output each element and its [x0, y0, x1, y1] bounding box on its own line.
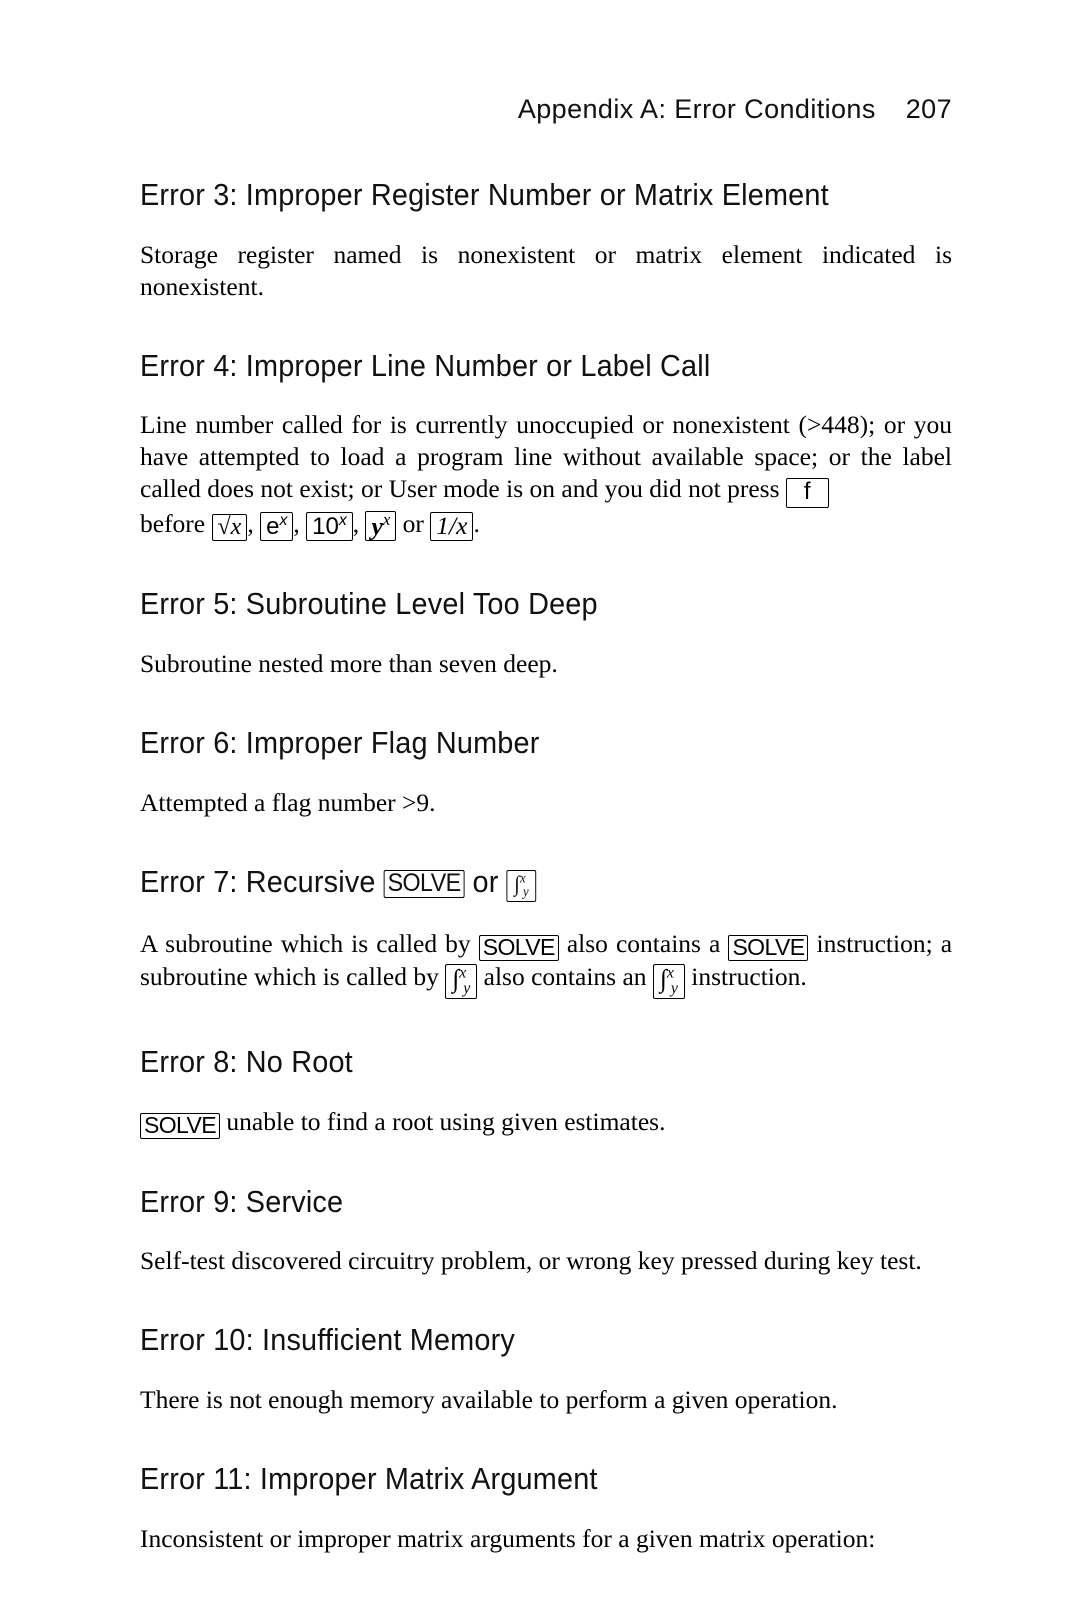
key-solve-icon: SOLVE: [478, 934, 559, 961]
key-integral-icon: ∫xy: [506, 869, 537, 902]
key-integral-icon: ∫xy: [652, 964, 685, 999]
section-error-8: Error 8: No Root SOLVE unable to find a …: [140, 1043, 952, 1139]
section-error-9: Error 9: Service Self-test discovered ci…: [140, 1183, 952, 1278]
heading-error-7: Error 7: Recursive SOLVE or ∫xy: [140, 863, 895, 902]
key-f-icon: f: [785, 478, 829, 509]
body-error-8: SOLVE unable to find a root using given …: [140, 1106, 952, 1139]
heading-error-5: Error 5: Subroutine Level Too Deep: [140, 586, 598, 622]
key-integral-icon: ∫xy: [445, 964, 478, 999]
body-error-4-text-part-1: Line number called for is currently unoc…: [140, 410, 952, 504]
section-error-6: Error 6: Improper Flag Number Attempted …: [140, 725, 952, 819]
body-error-3: Storage register named is nonexistent or…: [140, 239, 952, 301]
heading-error-3: Error 3: Improper Register Number or Mat…: [140, 177, 829, 212]
body-error-11: Inconsistent or improper matrix argument…: [140, 1523, 876, 1553]
key-solve-icon: SOLVE: [383, 869, 465, 898]
heading-error-10: Error 10: Insufficient Memory: [140, 1322, 515, 1358]
section-error-3: Error 3: Improper Register Number or Mat…: [140, 177, 952, 303]
body-error-6: Attempted a flag number >9.: [140, 787, 436, 817]
body-error-4-before: before: [140, 509, 206, 539]
header-title: Appendix A: Error Conditions: [517, 94, 876, 124]
heading-error-8: Error 8: No Root: [140, 1043, 353, 1079]
body-error-7-e: instruction.: [691, 961, 807, 991]
key-e-to-the-x-icon: ex: [260, 512, 294, 542]
body-error-4: Line number called for is currently unoc…: [140, 409, 952, 542]
body-error-8-text: unable to find a root using given estima…: [226, 1106, 666, 1136]
document-page: Appendix A: Error Conditions 207 Error 3:…: [0, 0, 1080, 1620]
period-end: .: [473, 509, 480, 539]
key-ten-to-the-x-icon: 10x: [306, 512, 353, 542]
comma-3: ,: [352, 509, 360, 539]
key-one-over-x-icon: 1/x: [430, 512, 474, 541]
body-error-4-or: or: [402, 509, 424, 539]
section-error-4: Error 4: Improper Line Number or Label C…: [140, 347, 952, 542]
body-error-5: Subroutine nested more than seven deep.: [140, 649, 558, 679]
section-error-5: Error 5: Subroutine Level Too Deep Subro…: [140, 587, 952, 680]
key-y-to-the-x-icon: yx: [365, 510, 397, 541]
body-error-7-d: also contains an: [483, 961, 647, 991]
page-number: 207: [905, 94, 952, 124]
body-error-7-b: also contains a: [566, 928, 721, 958]
running-header: Appendix A: Error Conditions 207: [140, 94, 952, 125]
page-content: Error 3: Improper Register Number or Mat…: [140, 177, 952, 1555]
key-sqrt-x-icon: √x: [211, 514, 248, 542]
key-solve-icon: SOLVE: [140, 1112, 220, 1139]
comma-2: ,: [293, 509, 300, 539]
heading-error-7-text-a: Error 7: Recursive: [140, 863, 376, 899]
section-error-7: Error 7: Recursive SOLVE or ∫xy A subrou…: [140, 863, 952, 999]
body-error-10: There is not enough memory available to …: [140, 1384, 838, 1414]
heading-error-11: Error 11: Improper Matrix Argument: [140, 1460, 598, 1496]
section-error-10: Error 10: Insufficient Memory There is n…: [140, 1323, 952, 1416]
body-error-7-a: A subroutine which is called by: [140, 928, 471, 958]
body-error-9: Self-test discovered circuitry problem, …: [140, 1246, 922, 1276]
heading-error-4: Error 4: Improper Line Number or Label C…: [140, 347, 711, 383]
heading-error-6: Error 6: Improper Flag Number: [140, 725, 540, 761]
heading-error-7-text-b: or: [472, 863, 499, 899]
heading-error-9: Error 9: Service: [140, 1183, 344, 1219]
section-error-11: Error 11: Improper Matrix Argument Incon…: [140, 1460, 952, 1555]
key-solve-icon: SOLVE: [728, 934, 809, 961]
body-error-7: A subroutine which is called by SOLVE al…: [140, 928, 952, 999]
comma-1: ,: [247, 509, 254, 539]
